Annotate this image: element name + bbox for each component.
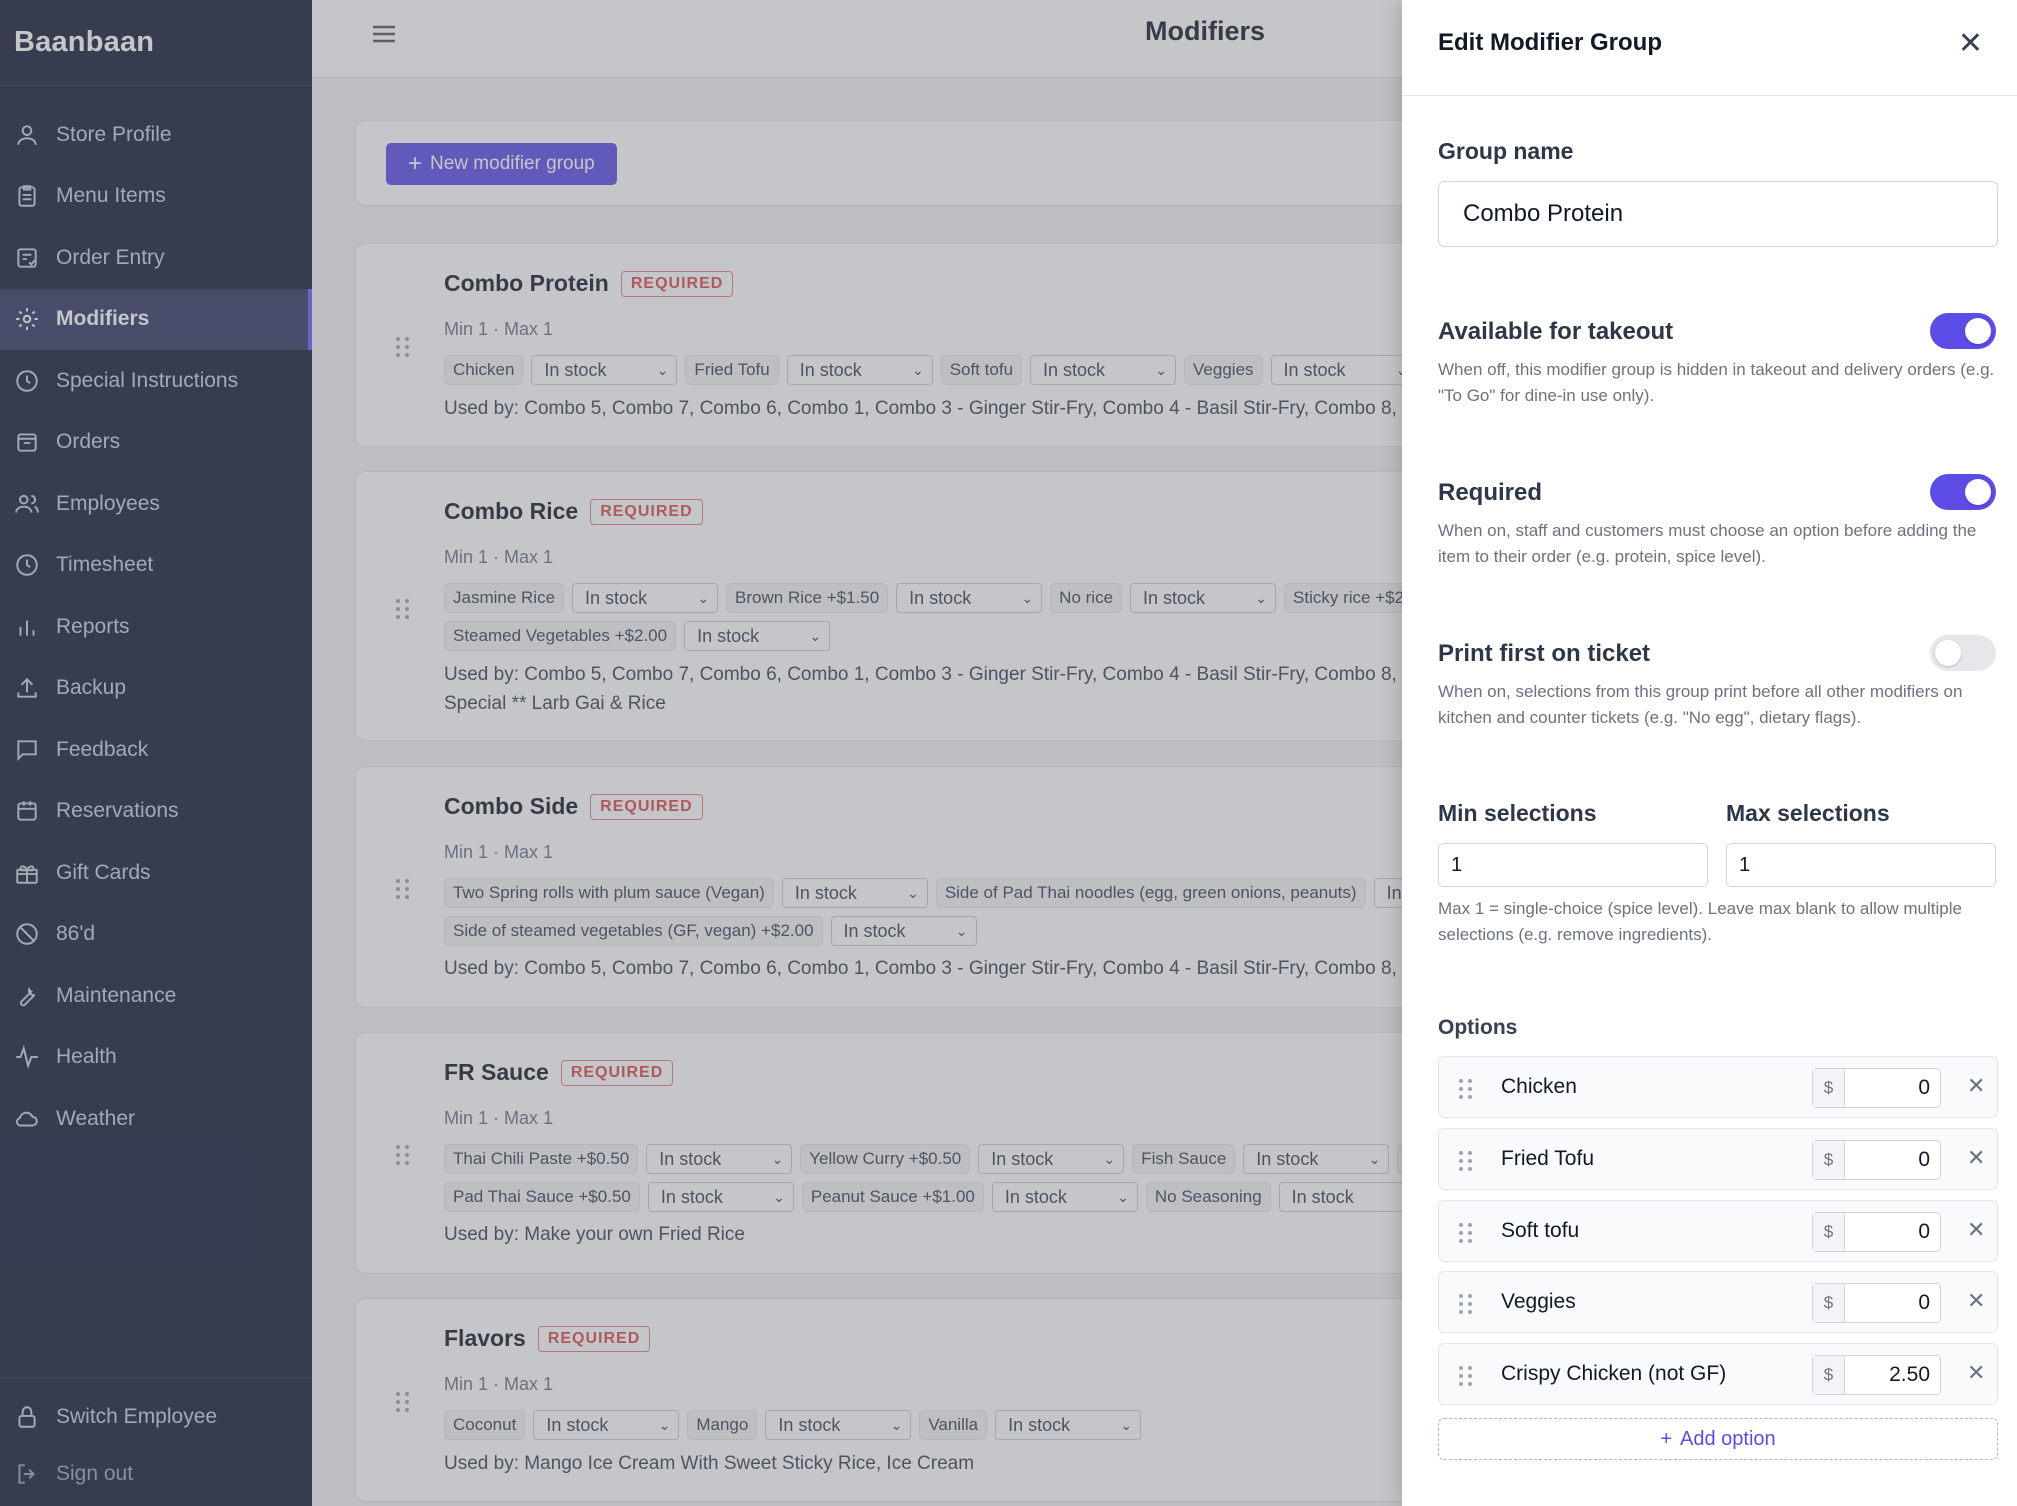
- option-name[interactable]: Veggies: [1501, 1290, 1576, 1314]
- edit-modifier-group-panel: Edit Modifier Group ✕ Group name Combo P…: [1402, 0, 2017, 1506]
- drag-handle-icon[interactable]: [1459, 1366, 1472, 1386]
- max-selections-input[interactable]: 1: [1726, 843, 1996, 887]
- option-name[interactable]: Fried Tofu: [1501, 1147, 1594, 1171]
- toggle-knob: [1965, 479, 1991, 505]
- option-row: Soft tofu $0 ✕: [1438, 1200, 1998, 1262]
- option-price[interactable]: 0: [1845, 1141, 1940, 1179]
- required-label: Required: [1438, 479, 1543, 506]
- currency-symbol: $: [1813, 1069, 1845, 1107]
- option-price[interactable]: 0: [1845, 1213, 1940, 1251]
- add-option-label: Add option: [1680, 1427, 1776, 1450]
- option-price[interactable]: 0: [1845, 1284, 1940, 1322]
- toggle-knob: [1965, 318, 1991, 344]
- option-name[interactable]: Soft tofu: [1501, 1219, 1579, 1243]
- panel-title: Edit Modifier Group: [1438, 29, 1662, 56]
- takeout-label: Available for takeout: [1438, 318, 1674, 345]
- required-toggle[interactable]: [1930, 474, 1996, 510]
- option-price-input[interactable]: $2.50: [1812, 1355, 1941, 1395]
- option-row: Crispy Chicken (not GF) $2.50 ✕: [1438, 1343, 1998, 1405]
- remove-option-icon[interactable]: ✕: [1967, 1145, 1985, 1171]
- option-price-input[interactable]: $0: [1812, 1212, 1941, 1252]
- modal-backdrop[interactable]: [0, 0, 1402, 1506]
- option-row: Fried Tofu $0 ✕: [1438, 1128, 1998, 1190]
- option-price-input[interactable]: $0: [1812, 1283, 1941, 1323]
- drag-handle-icon[interactable]: [1459, 1294, 1472, 1314]
- option-price-input[interactable]: $0: [1812, 1140, 1941, 1180]
- currency-symbol: $: [1813, 1356, 1845, 1394]
- print-first-label: Print first on ticket: [1438, 640, 1651, 667]
- option-price[interactable]: 2.50: [1845, 1356, 1940, 1394]
- group-name-input[interactable]: Combo Protein: [1438, 181, 1998, 247]
- currency-symbol: $: [1813, 1141, 1845, 1179]
- min-selections-label: Min selections: [1438, 800, 1597, 826]
- option-price-input[interactable]: $0: [1812, 1068, 1941, 1108]
- toggle-knob: [1935, 640, 1961, 666]
- takeout-help: When off, this modifier group is hidden …: [1438, 360, 1995, 405]
- option-name[interactable]: Crispy Chicken (not GF): [1501, 1362, 1726, 1386]
- remove-option-icon[interactable]: ✕: [1967, 1073, 1985, 1099]
- add-option-button[interactable]: + Add option: [1438, 1418, 1998, 1460]
- print-first-help: When on, selections from this group prin…: [1438, 682, 1963, 727]
- drag-handle-icon[interactable]: [1459, 1151, 1472, 1171]
- takeout-toggle[interactable]: [1930, 313, 1996, 349]
- required-help: When on, staff and customers must choose…: [1438, 521, 1977, 566]
- remove-option-icon[interactable]: ✕: [1967, 1288, 1985, 1314]
- option-row: Chicken $0 ✕: [1438, 1056, 1998, 1118]
- min-selections-input[interactable]: 1: [1438, 843, 1708, 887]
- remove-option-icon[interactable]: ✕: [1967, 1217, 1985, 1243]
- option-row: Veggies $0 ✕: [1438, 1271, 1998, 1333]
- option-name[interactable]: Chicken: [1501, 1075, 1577, 1099]
- selections-help: Max 1 = single-choice (spice level). Lea…: [1438, 899, 1962, 944]
- currency-symbol: $: [1813, 1284, 1845, 1322]
- option-price[interactable]: 0: [1845, 1069, 1940, 1107]
- drag-handle-icon[interactable]: [1459, 1079, 1472, 1099]
- group-name-label: Group name: [1438, 138, 1574, 164]
- currency-symbol: $: [1813, 1213, 1845, 1251]
- drag-handle-icon[interactable]: [1459, 1223, 1472, 1243]
- panel-header: Edit Modifier Group ✕: [1402, 0, 2017, 96]
- options-label: Options: [1438, 1016, 1518, 1039]
- plus-icon: +: [1660, 1427, 1673, 1450]
- max-selections-label: Max selections: [1726, 800, 1890, 826]
- close-icon[interactable]: ✕: [1958, 26, 1983, 61]
- print-first-toggle[interactable]: [1930, 635, 1996, 671]
- remove-option-icon[interactable]: ✕: [1967, 1360, 1985, 1386]
